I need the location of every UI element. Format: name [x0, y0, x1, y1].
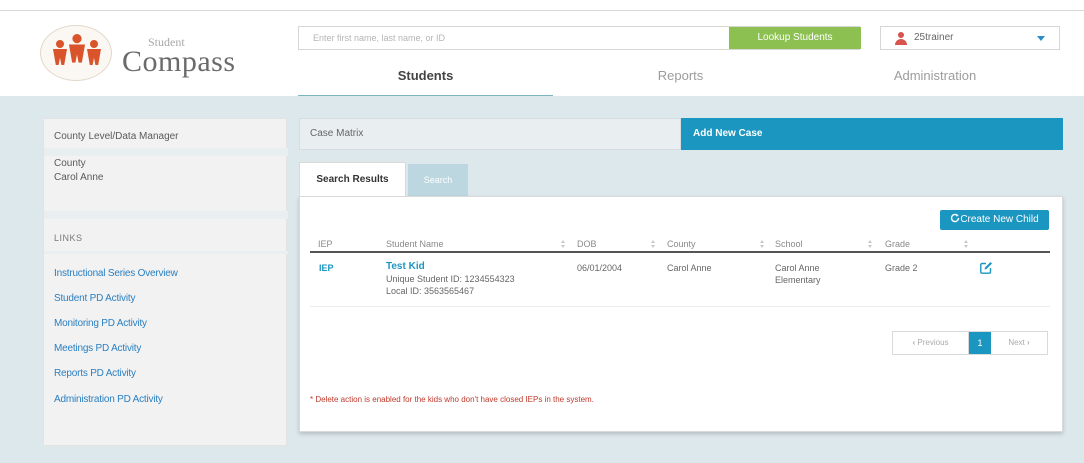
tab-search-results[interactable]: Search Results: [299, 162, 406, 196]
sidebar-divider: [44, 211, 288, 219]
logo-family-icon: [40, 25, 112, 81]
sidebar-link-instructional-series-overview[interactable]: Instructional Series Overview: [54, 268, 178, 279]
county-cell: Carol Anne: [667, 263, 712, 273]
dob-cell: 06/01/2004: [577, 263, 623, 273]
sidebar-divider: [44, 251, 288, 254]
next-page-button[interactable]: Next ›: [991, 332, 1047, 354]
chevron-right-icon: ›: [1027, 338, 1030, 347]
sort-icon[interactable]: [964, 240, 968, 248]
student-name-cell: Test Kid Unique Student ID: 1234554323 L…: [386, 261, 515, 297]
table-row: IEP Test Kid Unique Student ID: 12345543…: [310, 255, 1050, 307]
search-results-panel: Create New Child IEP Student Name DOB Co…: [299, 196, 1063, 432]
sidebar-link-reports-pd-activity[interactable]: Reports PD Activity: [54, 368, 136, 379]
sort-icon[interactable]: [760, 240, 764, 248]
column-header-school[interactable]: School: [775, 239, 803, 249]
sidebar-link-administration-pd-activity[interactable]: Administration PD Activity: [54, 394, 163, 405]
tab-administration[interactable]: Administration: [808, 61, 1062, 97]
lookup-students-button[interactable]: Lookup Students: [729, 27, 861, 49]
user-menu-dropdown[interactable]: 25trainer: [880, 26, 1060, 50]
tab-reports[interactable]: Reports: [553, 61, 808, 97]
case-matrix-tab[interactable]: Case Matrix: [299, 118, 681, 150]
refresh-icon: [951, 213, 960, 223]
logo-compass-text: Compass: [122, 45, 236, 78]
column-header-iep[interactable]: IEP: [318, 239, 333, 249]
school-cell: Carol Anne Elementary: [775, 262, 821, 286]
column-header-county[interactable]: County: [667, 239, 696, 249]
caret-down-icon: [1037, 36, 1045, 41]
user-icon: [895, 32, 907, 45]
student-search-input[interactable]: [299, 27, 727, 49]
chevron-left-icon: ‹: [912, 338, 916, 347]
school-name-line1: Carol Anne: [775, 263, 820, 273]
student-search-bar: Lookup Students: [298, 26, 861, 50]
create-new-child-button[interactable]: Create New Child: [940, 210, 1049, 230]
sidebar: County Level/Data Manager County Carol A…: [43, 118, 288, 446]
add-new-case-button[interactable]: Add New Case: [681, 118, 1063, 150]
tab-students[interactable]: Students: [298, 61, 553, 97]
sort-icon[interactable]: [561, 240, 565, 248]
pagination: ‹ Previous 1 Next ›: [892, 331, 1048, 355]
previous-label: Previous: [917, 338, 949, 347]
student-compass-logo[interactable]: Student Compass: [40, 25, 240, 85]
sidebar-divider: [44, 148, 288, 156]
app-header: Student Compass Lookup Students 25traine…: [0, 11, 1084, 97]
unique-student-id: Unique Student ID: 1234554323: [386, 274, 515, 284]
county-value: Carol Anne: [54, 172, 104, 183]
create-new-child-label: Create New Child: [960, 214, 1039, 225]
iep-link[interactable]: IEP: [319, 262, 334, 274]
previous-page-button[interactable]: ‹ Previous: [893, 332, 969, 354]
sort-icon[interactable]: [651, 240, 655, 248]
table-header: IEP Student Name DOB County School Grade: [310, 237, 1050, 253]
sidebar-link-meetings-pd-activity[interactable]: Meetings PD Activity: [54, 343, 141, 354]
column-header-dob[interactable]: DOB: [577, 239, 597, 249]
delete-action-note: * Delete action is enabled for the kids …: [310, 395, 594, 404]
sort-icon[interactable]: [868, 240, 872, 248]
user-role-label: County Level/Data Manager: [54, 131, 179, 142]
grade-cell: Grade 2: [885, 263, 918, 273]
main-content: Case Matrix Add New Case Search Results …: [299, 118, 1063, 432]
student-name-link[interactable]: Test Kid: [386, 261, 515, 273]
username-label: 25trainer: [914, 32, 954, 43]
sidebar-link-student-pd-activity[interactable]: Student PD Activity: [54, 293, 135, 304]
page-number-current[interactable]: 1: [969, 332, 991, 354]
edit-icon[interactable]: [979, 261, 993, 275]
school-name-line2: Elementary: [775, 275, 821, 285]
column-header-grade[interactable]: Grade: [885, 239, 910, 249]
sidebar-link-monitoring-pd-activity[interactable]: Monitoring PD Activity: [54, 318, 147, 329]
local-id: Local ID: 3563565467: [386, 286, 475, 296]
column-header-student-name[interactable]: Student Name: [386, 239, 444, 249]
county-label: County: [54, 158, 86, 169]
main-nav: Students Reports Administration: [298, 61, 1062, 97]
next-label: Next: [1008, 338, 1025, 347]
links-heading: LINKS: [54, 233, 83, 243]
tab-search[interactable]: Search: [408, 164, 468, 196]
